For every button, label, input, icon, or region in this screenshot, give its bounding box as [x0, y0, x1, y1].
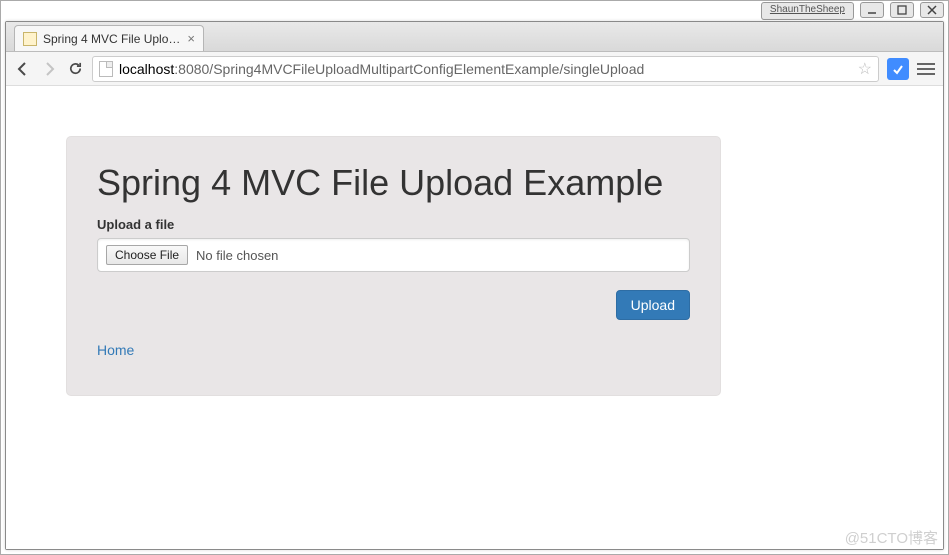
window-close-button[interactable] [920, 2, 944, 18]
content-well: Spring 4 MVC File Upload Example Upload … [66, 136, 721, 396]
page-heading: Spring 4 MVC File Upload Example [97, 162, 690, 203]
address-bar[interactable]: localhost:8080/Spring4MVCFileUploadMulti… [92, 56, 879, 82]
window-maximize-button[interactable] [890, 2, 914, 18]
browser-tab[interactable]: Spring 4 MVC File Upload × [14, 25, 204, 51]
extension-button[interactable] [887, 58, 909, 80]
favicon-icon [23, 32, 37, 46]
tab-close-icon[interactable]: × [187, 31, 195, 46]
file-input[interactable]: Choose File No file chosen [97, 238, 690, 272]
page-viewport: Spring 4 MVC File Upload Example Upload … [6, 86, 943, 549]
file-chosen-text: No file chosen [196, 248, 278, 263]
url-text: localhost:8080/Spring4MVCFileUploadMulti… [119, 61, 852, 77]
home-link[interactable]: Home [97, 342, 134, 358]
browser-window: Spring 4 MVC File Upload × localhost:808… [5, 21, 944, 550]
window-minimize-button[interactable] [860, 2, 884, 18]
bookmark-star-icon[interactable]: ☆ [858, 59, 872, 79]
forward-button[interactable] [40, 60, 58, 78]
tab-strip: Spring 4 MVC File Upload × [6, 22, 943, 52]
url-path: :8080/Spring4MVCFileUploadMultipartConfi… [174, 61, 644, 77]
reload-button[interactable] [66, 60, 84, 78]
page-icon [99, 61, 113, 77]
watermark-text: @51CTO博客 [845, 527, 938, 548]
back-button[interactable] [14, 60, 32, 78]
upload-label: Upload a file [97, 217, 690, 232]
url-host: localhost [119, 61, 174, 77]
browser-toolbar: localhost:8080/Spring4MVCFileUploadMulti… [6, 52, 943, 86]
hamburger-menu-icon[interactable] [917, 63, 935, 75]
upload-button[interactable]: Upload [616, 290, 690, 320]
os-user-label: ShaunTheSheep [761, 2, 854, 20]
tab-title: Spring 4 MVC File Upload [43, 32, 181, 46]
choose-file-button[interactable]: Choose File [106, 245, 188, 265]
